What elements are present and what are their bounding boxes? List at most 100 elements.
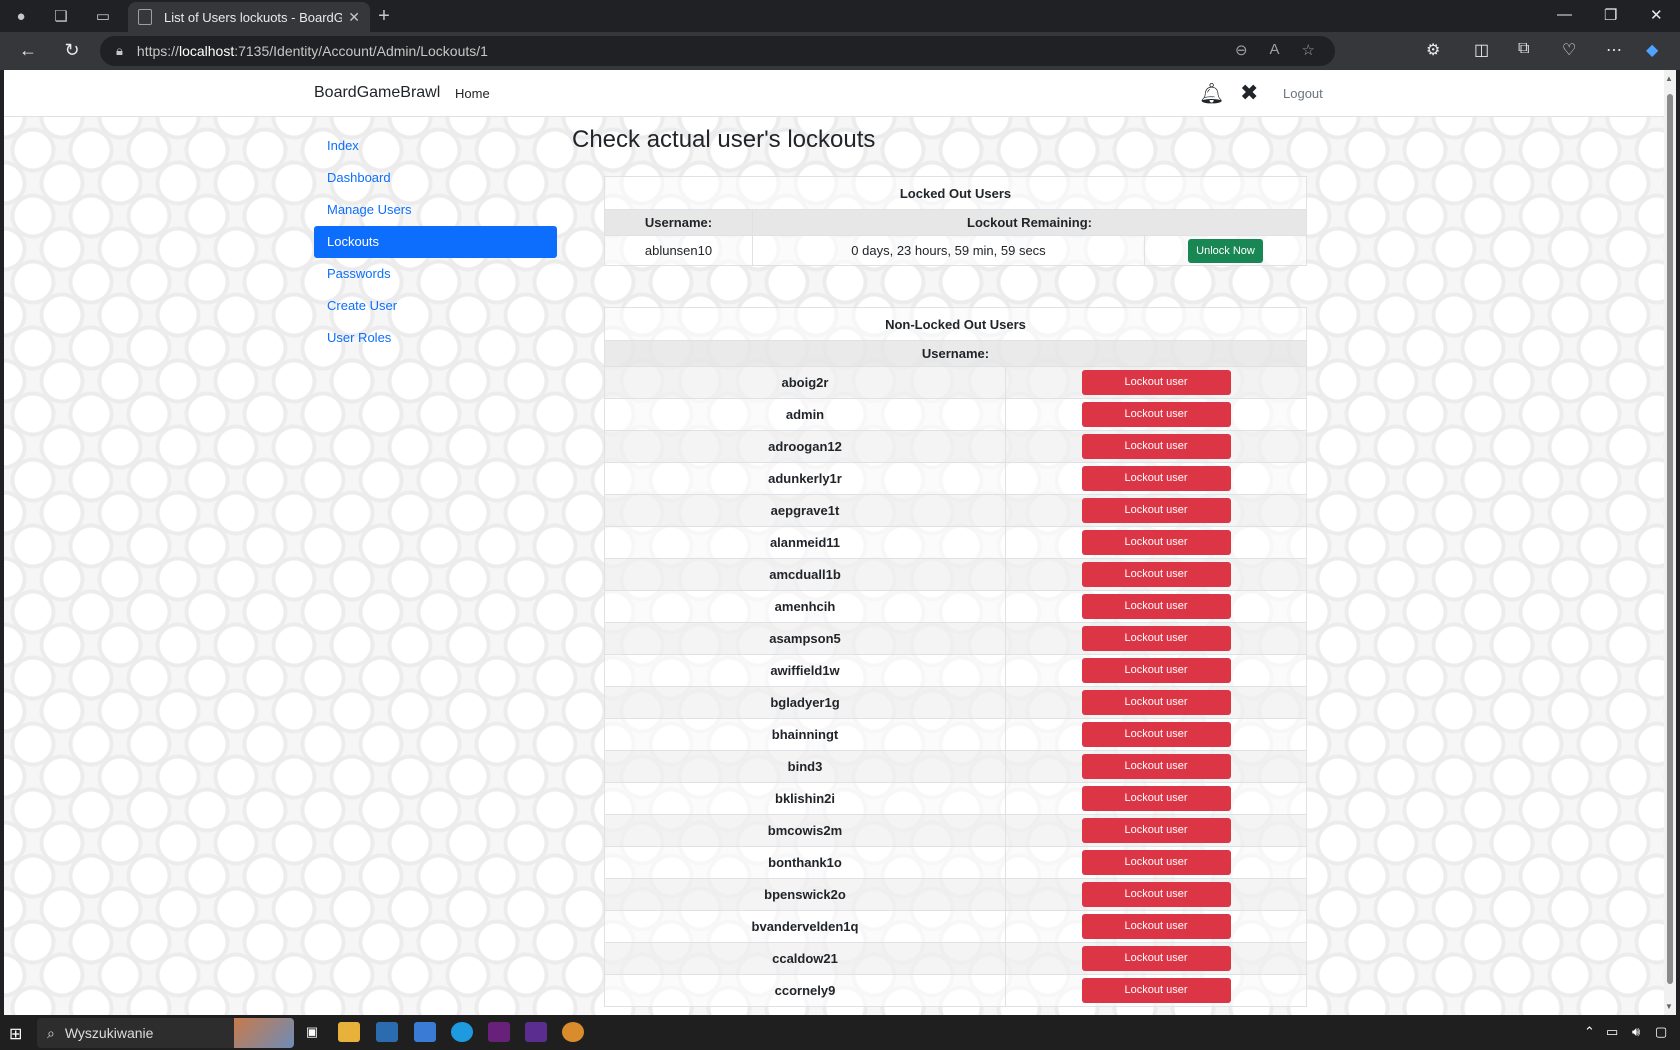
url-text: https://localhost:7135/Identity/Account/… bbox=[136, 43, 488, 59]
table-row: amcduall1b Lockout user bbox=[604, 558, 1307, 591]
search-icon: ⌕ bbox=[47, 1024, 55, 1041]
table-row: aepgrave1t Lockout user bbox=[604, 494, 1307, 527]
edge-browser-icon[interactable] bbox=[451, 1022, 473, 1042]
table-row: bonthank1o Lockout user bbox=[604, 846, 1307, 879]
tab-title: List of Users lockuots - BoardGar bbox=[164, 9, 343, 25]
favorite-star-icon[interactable]: ☆ bbox=[1302, 41, 1315, 59]
tab-actions-icon[interactable]: ▭ bbox=[92, 5, 114, 27]
network-icon[interactable]: ▭ bbox=[1606, 1024, 1618, 1040]
lockout-user-button[interactable]: Lockout user bbox=[1081, 850, 1231, 875]
tray-overflow-icon[interactable]: ⌃ bbox=[1584, 1024, 1595, 1040]
windows-start-icon[interactable]: ⊞ bbox=[9, 1024, 22, 1044]
lockout-user-button[interactable]: Lockout user bbox=[1081, 402, 1231, 427]
sidebar-item-lockouts[interactable]: Lockouts bbox=[314, 226, 557, 258]
admin-tools-icon[interactable]: ✖ bbox=[1240, 80, 1258, 106]
browser-essentials-icon[interactable]: ♡ bbox=[1562, 40, 1576, 60]
username-cell: bklishin2i bbox=[604, 782, 1006, 815]
home-link[interactable]: Home bbox=[455, 86, 490, 101]
zoom-icon[interactable]: ⊖ bbox=[1235, 41, 1248, 59]
lockout-user-button[interactable]: Lockout user bbox=[1081, 786, 1231, 811]
bell-icon[interactable]: 🔔︎ bbox=[1199, 81, 1224, 106]
workspaces-icon[interactable]: ❏ bbox=[50, 5, 72, 27]
extensions-icon[interactable]: ⚙ bbox=[1426, 40, 1440, 60]
action-cell: Lockout user bbox=[1005, 878, 1307, 911]
table-row: bvandervelden1q Lockout user bbox=[604, 910, 1307, 943]
action-cell: Lockout user bbox=[1005, 910, 1307, 943]
username-cell: ccaldow21 bbox=[604, 942, 1006, 975]
lockout-user-button[interactable]: Lockout user bbox=[1081, 722, 1231, 747]
logout-link[interactable]: Logout bbox=[1283, 86, 1323, 101]
sidebar-item-manage-users[interactable]: Manage Users bbox=[314, 194, 557, 226]
locked-table-caption: Locked Out Users bbox=[604, 176, 1307, 210]
action-cell: Lockout user bbox=[1005, 686, 1307, 719]
tab-close-icon[interactable]: ✕ bbox=[348, 9, 360, 26]
read-aloud-icon[interactable]: A bbox=[1270, 41, 1280, 59]
lockout-user-button[interactable]: Lockout user bbox=[1081, 754, 1231, 779]
lockout-user-button[interactable]: Lockout user bbox=[1081, 946, 1231, 971]
store-app-icon[interactable] bbox=[376, 1022, 398, 1042]
new-tab-button[interactable]: + bbox=[373, 5, 395, 27]
more-menu-icon[interactable]: ⋯ bbox=[1606, 40, 1622, 60]
visual-studio-icon[interactable] bbox=[488, 1022, 510, 1042]
desktop-app-icon[interactable] bbox=[414, 1022, 436, 1042]
minimize-button[interactable]: — bbox=[1557, 6, 1572, 23]
url-field[interactable]: 🔒︎ https://localhost:7135/Identity/Accou… bbox=[100, 36, 1335, 66]
collections-icon[interactable]: ⧉ bbox=[1518, 40, 1529, 58]
sidebar-item-index[interactable]: Index bbox=[314, 130, 557, 162]
username-cell: bvandervelden1q bbox=[604, 910, 1006, 943]
file-explorer-icon[interactable] bbox=[338, 1022, 360, 1042]
page-viewport: BoardGameBrawl Home 🔔︎ ✖ Logout Index Da… bbox=[4, 70, 1664, 1015]
sidebar-item-dashboard[interactable]: Dashboard bbox=[314, 162, 557, 194]
table-row: aboig2r Lockout user bbox=[604, 366, 1307, 399]
table-row: admin Lockout user bbox=[604, 398, 1307, 431]
lockout-user-button[interactable]: Lockout user bbox=[1081, 594, 1231, 619]
brand-link[interactable]: BoardGameBrawl bbox=[314, 84, 440, 102]
username-cell: awiffield1w bbox=[604, 654, 1006, 687]
action-cell: Lockout user bbox=[1005, 814, 1307, 847]
scroll-up-icon[interactable]: ▲ bbox=[1665, 74, 1673, 83]
page-scrollbar[interactable]: ▲ ▼ bbox=[1664, 70, 1676, 1015]
lockout-user-button[interactable]: Lockout user bbox=[1081, 370, 1231, 395]
notifications-icon[interactable]: ▢ bbox=[1655, 1024, 1667, 1040]
copilot-icon[interactable]: ◆ bbox=[1646, 40, 1658, 60]
lockout-user-button[interactable]: Lockout user bbox=[1081, 978, 1231, 1003]
sidebar-item-passwords[interactable]: Passwords bbox=[314, 258, 557, 290]
browser-tab-bar: ● ❏ ▭ List of Users lockuots - BoardGar … bbox=[0, 0, 1680, 32]
table-row: awiffield1w Lockout user bbox=[604, 654, 1307, 687]
table-row: ccornely9 Lockout user bbox=[604, 974, 1307, 1007]
split-screen-icon[interactable]: ◫ bbox=[1474, 40, 1489, 60]
lockout-user-button[interactable]: Lockout user bbox=[1081, 626, 1231, 651]
lockout-user-button[interactable]: Lockout user bbox=[1081, 530, 1231, 555]
profile-icon[interactable]: ● bbox=[10, 5, 32, 27]
browser-tab[interactable]: List of Users lockuots - BoardGar ✕ bbox=[128, 2, 370, 32]
lockout-user-button[interactable]: Lockout user bbox=[1081, 466, 1231, 491]
pinned-app-icon[interactable] bbox=[562, 1022, 584, 1042]
lockout-user-button[interactable]: Lockout user bbox=[1081, 914, 1231, 939]
lockout-user-button[interactable]: Lockout user bbox=[1081, 498, 1231, 523]
lockout-user-button[interactable]: Lockout user bbox=[1081, 818, 1231, 843]
locked-username: ablunsen10 bbox=[604, 235, 753, 266]
restore-button[interactable]: ❐ bbox=[1604, 6, 1617, 24]
volume-icon[interactable]: 🔊︎ bbox=[1632, 1024, 1640, 1040]
csharp-app-icon[interactable] bbox=[525, 1022, 547, 1042]
scrollbar-thumb[interactable] bbox=[1667, 94, 1673, 984]
lockout-user-button[interactable]: Lockout user bbox=[1081, 658, 1231, 683]
refresh-icon[interactable]: ↻ bbox=[60, 40, 84, 61]
search-highlight-image bbox=[234, 1018, 294, 1048]
task-view-icon[interactable]: ▣ bbox=[301, 1022, 323, 1042]
table-row: ccaldow21 Lockout user bbox=[604, 942, 1307, 975]
lockout-user-button[interactable]: Lockout user bbox=[1081, 882, 1231, 907]
scroll-down-icon[interactable]: ▼ bbox=[1665, 1002, 1673, 1011]
taskbar-search[interactable]: ⌕ Wyszukiwanie bbox=[37, 1018, 294, 1048]
username-cell: asampson5 bbox=[604, 622, 1006, 655]
lockout-user-button[interactable]: Lockout user bbox=[1081, 690, 1231, 715]
close-window-button[interactable]: ✕ bbox=[1650, 6, 1663, 24]
back-arrow-icon[interactable]: ← bbox=[16, 40, 40, 61]
lockout-user-button[interactable]: Lockout user bbox=[1081, 562, 1231, 587]
username-cell: admin bbox=[604, 398, 1006, 431]
sidebar-item-create-user[interactable]: Create User bbox=[314, 290, 557, 322]
action-cell: Lockout user bbox=[1005, 366, 1307, 399]
sidebar-item-user-roles[interactable]: User Roles bbox=[314, 322, 557, 354]
lockout-user-button[interactable]: Lockout user bbox=[1081, 434, 1231, 459]
unlock-now-button[interactable]: Unlock Now bbox=[1188, 238, 1263, 263]
